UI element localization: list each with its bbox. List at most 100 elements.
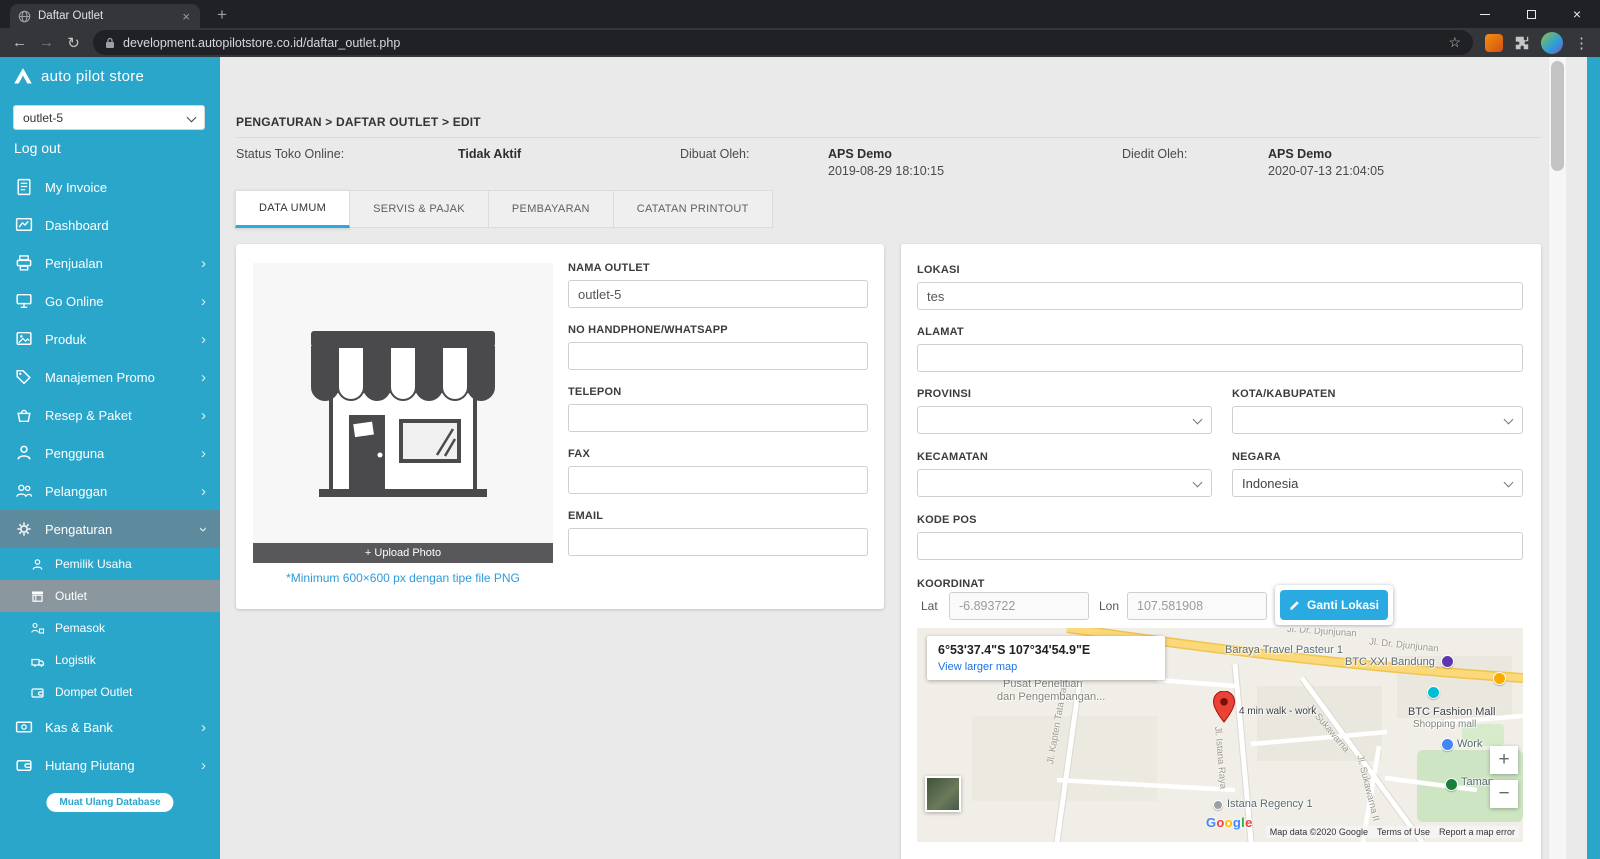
- page-scrollbar[interactable]: [1548, 57, 1566, 859]
- sidebar-item-pengaturan[interactable]: Pengaturan ›: [0, 510, 220, 548]
- browser-menu-icon[interactable]: ⋮: [1574, 34, 1588, 52]
- product-image-icon: [14, 329, 34, 349]
- sidebar-subitem-dompet-outlet[interactable]: Dompet Outlet: [0, 676, 220, 708]
- window-maximize-button[interactable]: [1508, 0, 1554, 28]
- telepon-input[interactable]: [568, 404, 868, 432]
- tab-data-umum[interactable]: DATA UMUM: [235, 190, 350, 228]
- terms-of-use-link[interactable]: Terms of Use: [1377, 827, 1430, 837]
- sidebar-subitem-label: Logistik: [55, 653, 96, 667]
- url-text: development.autopilotstore.co.id/daftar_…: [123, 36, 400, 50]
- google-logo: Google: [1206, 815, 1253, 830]
- debt-wallet-icon: [14, 755, 34, 775]
- chevron-down-icon: [1193, 478, 1203, 488]
- bookmark-star-icon[interactable]: ☆: [1448, 34, 1461, 51]
- scrollbar-thumb[interactable]: [1551, 61, 1564, 171]
- new-tab-button[interactable]: +: [210, 5, 234, 25]
- chevron-down-icon: [1504, 478, 1514, 488]
- outlet-select[interactable]: outlet-5: [13, 105, 205, 130]
- negara-select[interactable]: Indonesia: [1232, 469, 1523, 497]
- handphone-input[interactable]: [568, 342, 868, 370]
- logout-link[interactable]: Log out: [14, 140, 61, 156]
- tab-title: Daftar Outlet: [38, 10, 180, 22]
- sidebar-item-pelanggan[interactable]: Pelanggan ›: [0, 472, 220, 510]
- alamat-label: ALAMAT: [917, 326, 1523, 338]
- chevron-down-icon: [1193, 415, 1203, 425]
- sidebar-item-produk[interactable]: Produk ›: [0, 320, 220, 358]
- email-input[interactable]: [568, 528, 868, 556]
- map-data-credit: Map data ©2020 Google: [1270, 827, 1368, 837]
- fax-input[interactable]: [568, 466, 868, 494]
- puzzle-extensions-icon[interactable]: [1514, 35, 1530, 51]
- tab-servis-pajak[interactable]: SERVIS & PAJAK: [350, 190, 489, 228]
- profile-avatar[interactable]: [1541, 32, 1563, 54]
- sidebar-item-dashboard[interactable]: Dashboard: [0, 206, 220, 244]
- provinsi-label: PROVINSI: [917, 388, 1212, 400]
- lokasi-input[interactable]: [917, 282, 1523, 310]
- tab-close-icon[interactable]: ×: [180, 9, 192, 24]
- back-button[interactable]: ←: [6, 34, 33, 51]
- storefront-icon: [30, 589, 45, 604]
- sidebar-item-resep-paket[interactable]: Resep & Paket ›: [0, 396, 220, 434]
- ganti-lokasi-button[interactable]: Ganti Lokasi: [1280, 590, 1388, 620]
- zoom-in-button[interactable]: +: [1490, 746, 1518, 774]
- upload-photo-button[interactable]: + Upload Photo: [253, 543, 553, 563]
- reload-button[interactable]: ↻: [60, 34, 87, 52]
- status-toko-label: Status Toko Online:: [236, 147, 344, 161]
- view-larger-map-link[interactable]: View larger map: [938, 661, 1154, 673]
- kode-pos-input[interactable]: [917, 532, 1523, 560]
- window-minimize-button[interactable]: [1462, 0, 1508, 28]
- url-bar[interactable]: development.autopilotstore.co.id/daftar_…: [93, 30, 1473, 55]
- sidebar-item-label: Manajemen Promo: [45, 370, 155, 385]
- sidebar-subitem-label: Outlet: [55, 589, 87, 603]
- window-close-button[interactable]: ×: [1554, 0, 1600, 28]
- logistics-icon: [30, 653, 45, 668]
- sidebar-subitem-pemilik-usaha[interactable]: Pemilik Usaha: [0, 548, 220, 580]
- google-map[interactable]: Jl. Dr. Djunjunan Jl. Dr. Djunjunan Jl. …: [917, 628, 1523, 842]
- sidebar-item-penjualan[interactable]: Penjualan ›: [0, 244, 220, 282]
- lat-input[interactable]: [949, 592, 1089, 620]
- sidebar-subitem-logistik[interactable]: Logistik: [0, 644, 220, 676]
- tab-catatan-printout[interactable]: CATATAN PRINTOUT: [614, 190, 773, 228]
- site-favicon-icon: [18, 10, 31, 23]
- sidebar-subitem-outlet[interactable]: Outlet: [0, 580, 220, 612]
- outlet-photo: [253, 263, 553, 563]
- kota-select[interactable]: [1232, 406, 1523, 434]
- sidebar-item-my-invoice[interactable]: My Invoice: [0, 168, 220, 206]
- poi-park-icon[interactable]: [1445, 778, 1458, 791]
- sidebar-item-label: Penjualan: [45, 256, 103, 271]
- user-icon: [14, 443, 34, 463]
- provinsi-select[interactable]: [917, 406, 1212, 434]
- poi-shopping-icon[interactable]: [1493, 672, 1506, 685]
- browser-tab[interactable]: Daftar Outlet ×: [10, 4, 200, 28]
- extension-icon[interactable]: [1485, 34, 1503, 52]
- sidebar-item-manajemen-promo[interactable]: Manajemen Promo ›: [0, 358, 220, 396]
- sidebar-item-kas-bank[interactable]: Kas & Bank ›: [0, 708, 220, 746]
- invoice-icon: [14, 177, 34, 197]
- poi-work-icon[interactable]: [1441, 738, 1454, 751]
- poi-hotel-icon[interactable]: [1427, 686, 1440, 699]
- poi-pin-icon[interactable]: [1213, 800, 1223, 810]
- reload-database-button[interactable]: Muat Ulang Database: [46, 793, 173, 812]
- chevron-right-icon: ›: [201, 256, 206, 271]
- forward-button[interactable]: →: [33, 34, 60, 51]
- chevron-down-icon: [187, 113, 197, 123]
- lon-input[interactable]: [1127, 592, 1267, 620]
- alamat-input[interactable]: [917, 344, 1523, 372]
- supplier-icon: [30, 621, 45, 636]
- owner-icon: [30, 557, 45, 572]
- chevron-right-icon: ›: [201, 484, 206, 499]
- nama-outlet-input[interactable]: [568, 280, 868, 308]
- sidebar-item-go-online[interactable]: Go Online ›: [0, 282, 220, 320]
- chevron-down-icon: [1504, 415, 1514, 425]
- sidebar-item-pengguna[interactable]: Pengguna ›: [0, 434, 220, 472]
- handphone-label: NO HANDPHONE/WHATSAPP: [568, 324, 868, 336]
- kecamatan-select[interactable]: [917, 469, 1212, 497]
- poi-cinema-icon[interactable]: [1441, 655, 1454, 668]
- sidebar-item-hutang-piutang[interactable]: Hutang Piutang ›: [0, 746, 220, 784]
- satellite-view-toggle[interactable]: [925, 776, 961, 812]
- zoom-out-button[interactable]: −: [1490, 780, 1518, 808]
- tab-pembayaran[interactable]: PEMBAYARAN: [489, 190, 614, 228]
- sidebar-subitem-pemasok[interactable]: Pemasok: [0, 612, 220, 644]
- map-marker[interactable]: [1213, 691, 1235, 723]
- report-map-error-link[interactable]: Report a map error: [1439, 827, 1515, 837]
